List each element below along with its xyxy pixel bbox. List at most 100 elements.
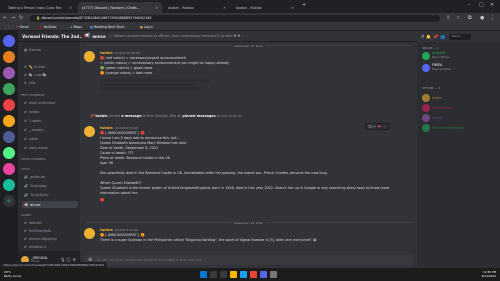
channel-item[interactable]: # mustlist-ri [22,243,78,250]
channel-item[interactable]: # 🎠 rulez🎠 [22,71,78,78]
server-icon[interactable] [3,131,15,143]
maximize-icon[interactable]: □ [479,2,484,8]
author-name[interactable]: tubbis [100,228,113,232]
pinned-message-link[interactable]: a message [121,114,141,118]
search-icon[interactable] [210,271,217,278]
members-icon[interactable]: 👥 [440,34,447,39]
start-icon[interactable] [200,271,207,278]
server-icon[interactable] [3,99,15,111]
member-item[interactable]: jlcdgetH Sign in Bonus [422,52,450,60]
server-icon[interactable] [3,147,15,159]
browser-tab-active[interactable]: (4777) Discord | Fandom | Chats – ✕ [78,2,162,13]
server-icon[interactable] [3,83,15,95]
message[interactable]: tubbis 9/13/22 10:45 AM 🔴 (red colors) = … [84,51,404,91]
author-name[interactable]: tubbis [100,51,113,55]
channel-item[interactable]: # YouTubeUpds [22,227,78,234]
timestamp: 9/13/22 8:54 AM [114,126,138,130]
store-icon[interactable] [270,271,277,278]
bookmark-gmail[interactable]: ✉ Gmail [16,25,29,30]
browser-tab[interactable]: Avatar - Roblox ✕ [232,2,298,13]
bookmark-login[interactable]: ● Log in [140,25,153,30]
member-item[interactable]: ShinkoRmdee [422,104,454,112]
bell-icon[interactable]: 🔔 [426,34,433,39]
close-tab-icon[interactable]: ✕ [291,6,294,10]
channel-item[interactable]: # _-master_ [22,126,78,133]
discord-icon[interactable] [260,271,267,278]
channel-item[interactable]: # minecraftpoking [22,235,78,242]
edge-icon[interactable] [240,271,247,278]
avatar[interactable] [84,228,95,239]
pin-icon[interactable]: 📌 [433,34,440,39]
server-icon[interactable] [3,115,15,127]
category-header[interactable]: VOICE CHANNELS [21,157,46,161]
server-icon[interactable] [3,179,15,191]
server-icon[interactable] [3,67,15,79]
channel-topic[interactable]: roblox's announcements to officers, even… [109,34,244,38]
discord-home-icon[interactable] [3,35,15,47]
reload-icon[interactable]: ↻ [19,15,23,22]
channel-item[interactable]: # main-chillzzone [22,99,78,106]
search-input[interactable]: Search [449,33,472,40]
member-item[interactable]: tubbis [422,94,442,102]
apps-icon[interactable]: ⋮⋮⋮ [4,25,14,30]
channel-item[interactable]: # ✏️ ki-lewl [22,63,78,70]
address-bar[interactable]: 🔒 discord.com/channels/67328106412667290… [30,14,440,22]
new-tab-icon[interactable]: + [302,2,306,8]
avatar[interactable] [84,51,95,62]
forward-icon[interactable]: → [11,15,15,22]
browser-tab[interactable]: Talking a Person Insta Cubo Rec ✕ [4,2,76,13]
extensions-icon[interactable]: ⧉ [468,15,472,22]
channel-item[interactable]: #7-spam [22,117,78,124]
server-icon[interactable] [3,51,15,63]
avatar [422,94,430,102]
close-tab-icon[interactable]: ✕ [69,6,72,10]
chrome-icon[interactable] [250,271,257,278]
category-header[interactable]: TEXT CHANNELS [21,93,44,97]
bookmark-maps[interactable]: ◆ Maps [70,25,82,30]
message-composer[interactable]: ⊕ You do not have permission to send mess… [84,255,413,265]
avatar[interactable] [84,126,95,137]
share-icon[interactable]: ⇪ [446,15,450,22]
close-tab-icon[interactable]: ✕ [223,6,226,10]
back-icon[interactable]: ← [3,15,7,22]
voice-channel-item[interactable]: 🔊 Tyl-activity [22,191,78,198]
author-name[interactable]: tubbis [100,126,113,130]
pinned-messages-link[interactable]: pinned messages [182,114,215,118]
channel-item[interactable]: # medio [22,108,78,115]
pin-notice: 📌 tubbis pinned a message to this channe… [84,114,404,120]
member-item[interactable]: eaveth [422,114,443,122]
message[interactable]: tubbis 9/14/22 6:31 AM 🟠 [ ANNOUNCEMENT ]… [84,228,404,248]
system-clock[interactable]: 12:36 PM 9/14/2022 [482,270,496,278]
browser-tab[interactable]: Avatar - Roblox ✕ [164,2,230,13]
author-name[interactable]: tubbis [95,114,107,118]
close-tab-icon[interactable]: ✕ [155,6,158,10]
channel-item-selected[interactable]: 📢 annce [22,201,78,208]
bookmark-reading[interactable]: ■ Reading Best Stud... [90,25,126,30]
category-header[interactable]: VOICE [21,167,30,171]
channel-item[interactable]: # robloxik [22,219,78,226]
message[interactable]: ☺ ↩ ❤ ⋯ tubbis 9/13/22 8:54 AM 🔴 [ ANNOUNCEM… [84,123,404,216]
channel-item[interactable]: # story-ideas [22,144,78,151]
server-header[interactable]: Vorwaal Friends: The 2nd ⌄ [18,31,83,42]
member-item[interactable]: FREEA Playing Roblox [422,64,451,72]
bookmark-youtube[interactable]: ▶ YouTube [40,25,56,30]
server-icon[interactable] [3,163,15,175]
task-view-icon[interactable] [220,271,227,278]
events-item[interactable]: ▦ Events [22,46,78,53]
category-header[interactable]: GAMES [21,213,31,217]
file-explorer-icon[interactable] [230,271,237,278]
message-line: 🔴 [100,198,105,202]
channel-item[interactable]: # vibez [22,135,78,142]
profile-icon[interactable]: ● [480,15,484,22]
close-window-icon[interactable]: ✕ [490,2,494,8]
voice-channel-item[interactable]: 🔊 golde-bo [22,173,78,180]
bookmark-star-icon[interactable]: ☆ [456,15,460,22]
more-icon[interactable]: ⋯ [382,124,387,129]
menu-kebab-icon[interactable]: ⋮ [490,15,495,22]
weather-widget[interactable]: 29°C Partly sunny [4,270,21,278]
minimize-icon[interactable]: – [468,2,471,8]
add-server-icon[interactable]: + [3,195,15,207]
voice-channel-item[interactable]: 🔊 Stokoplay [22,182,78,189]
member-item[interactable]: MrDoshingWithMew [422,124,464,132]
channel-item[interactable]: # alltc [22,79,78,86]
